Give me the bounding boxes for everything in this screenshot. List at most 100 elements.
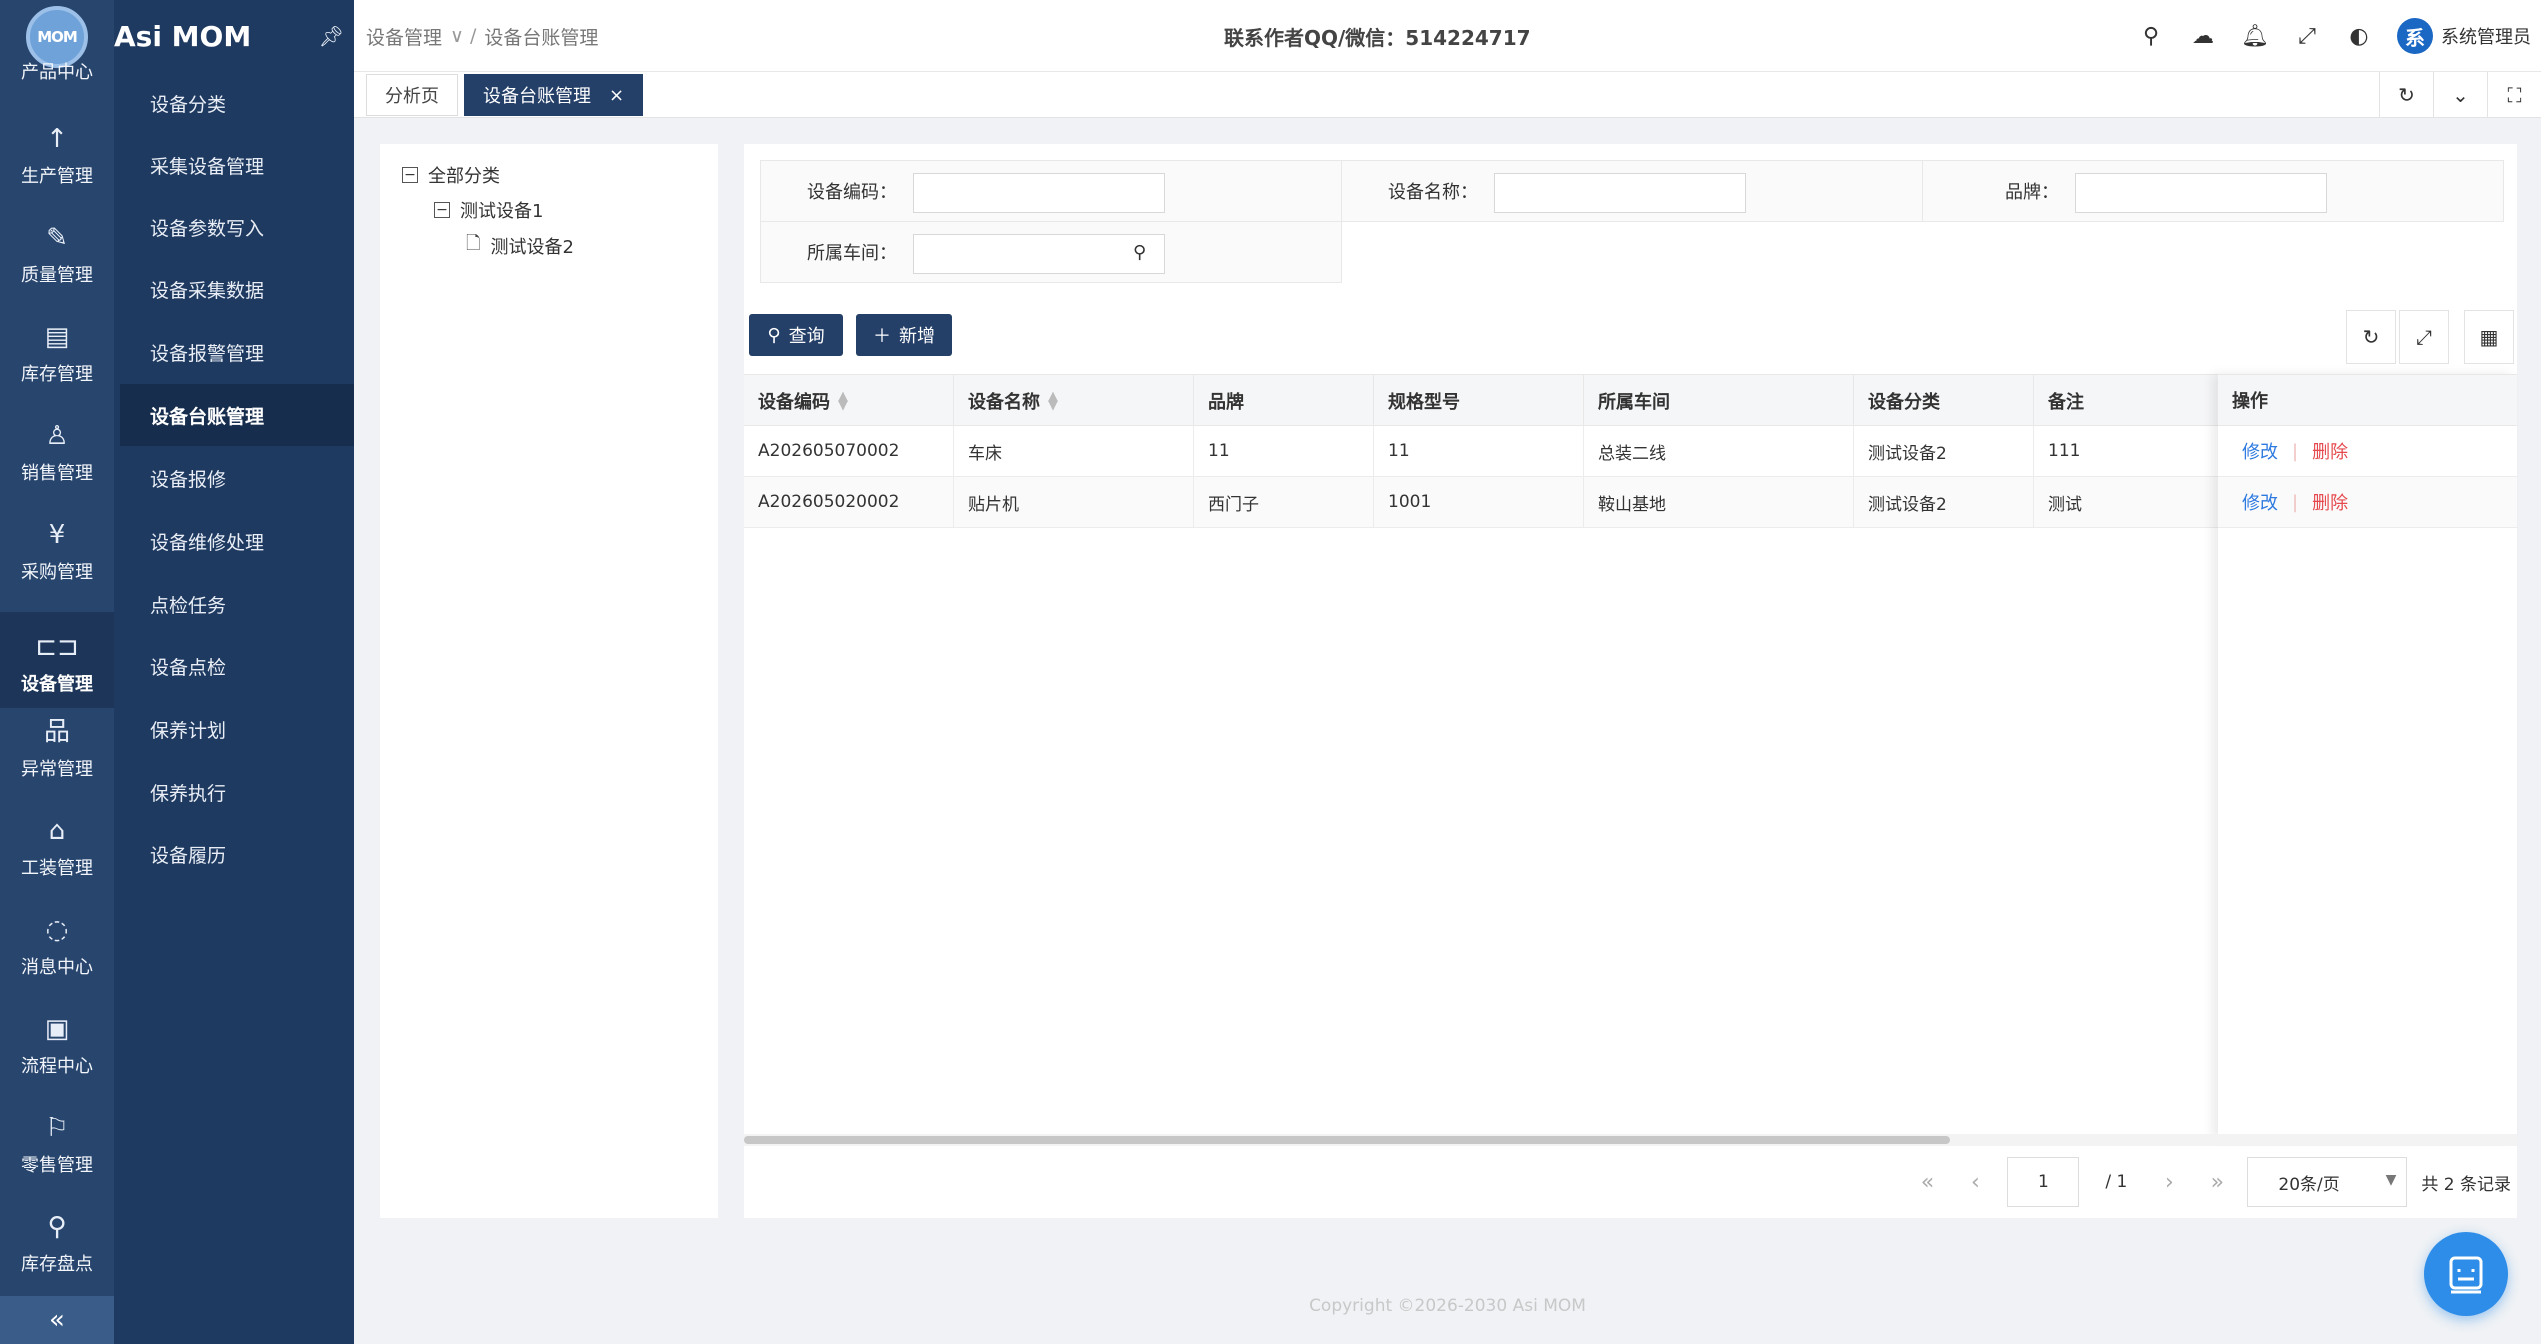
col-category: 设备分类 — [1854, 375, 2034, 427]
collapse-icon[interactable]: − — [402, 167, 418, 183]
query-button[interactable]: ⚲ 查询 — [749, 314, 843, 356]
submenu-item-inspection-task[interactable]: 点检任务 — [120, 573, 354, 635]
submenu-item-param-write[interactable]: 设备参数写入 — [120, 196, 354, 258]
scrollbar-thumb[interactable] — [744, 1136, 1950, 1144]
collapse-button[interactable]: « — [0, 1296, 114, 1344]
page-size-select[interactable]: 20条/页 ▼ — [2247, 1157, 2408, 1207]
user-menu[interactable]: 系 系统管理员 — [2397, 18, 2531, 54]
assistant-button[interactable] — [2424, 1232, 2508, 1316]
rail-item-production[interactable]: ↑ 生产管理 — [0, 104, 114, 200]
rail-item-workflow[interactable]: ▣ 流程中心 — [0, 994, 114, 1090]
submenu-item-alarm[interactable]: 设备报警管理 — [120, 321, 354, 383]
workshop-input[interactable] — [913, 234, 1165, 274]
rail-item-product[interactable]: 产品中心 — [0, 0, 114, 96]
palette-icon[interactable]: ◐ — [2333, 24, 2385, 49]
org-icon: 品 — [43, 717, 70, 747]
search-icon: ⚲ — [767, 324, 781, 346]
cell-brand: 西门子 — [1194, 477, 1374, 527]
tab-analysis[interactable]: 分析页 — [366, 74, 458, 116]
edit-link[interactable]: 修改 — [2242, 438, 2278, 464]
submenu-item-maintain-exec[interactable]: 保养执行 — [120, 761, 354, 823]
cell-name: 贴片机 — [954, 477, 1194, 527]
brand-input[interactable] — [2075, 173, 2327, 213]
horizontal-scrollbar[interactable] — [744, 1134, 2517, 1146]
rail-item-equipment[interactable]: ⊏⊐ 设备管理 — [0, 612, 114, 708]
maximize-tab-button[interactable]: ⛶ — [2487, 72, 2541, 118]
submenu-item-collect-device[interactable]: 采集设备管理 — [120, 134, 354, 196]
bell-icon[interactable]: 🔔︎ — [2229, 24, 2281, 49]
collapse-icon[interactable]: − — [434, 202, 450, 218]
page-size-value: 20条/页 — [2278, 1174, 2340, 1195]
submenu-item-inspection[interactable]: 设备点检 — [120, 635, 354, 697]
operations-cell: 修改 | 删除 — [2218, 477, 2517, 528]
tool-icon: ✎ — [46, 223, 68, 253]
next-page-icon[interactable]: › — [2145, 1170, 2193, 1195]
col-remark: 备注 — [2034, 375, 2218, 427]
rail-item-inventory[interactable]: ▤ 库存管理 — [0, 302, 114, 398]
rail-item-purchase[interactable]: ¥ 采购管理 — [0, 500, 114, 596]
edit-link[interactable]: 修改 — [2242, 489, 2278, 515]
rail-item-tooling[interactable]: ⌂ 工装管理 — [0, 796, 114, 892]
code-input[interactable] — [913, 173, 1165, 213]
col-code[interactable]: 设备编码 ▲ ▼ — [744, 375, 954, 427]
cloud-upload-icon[interactable]: ☁ — [2177, 24, 2229, 49]
page-input[interactable]: 1 — [2007, 1157, 2080, 1207]
add-button[interactable]: ＋ 新增 — [856, 314, 952, 356]
top-header: 设备管理 ∨ / 设备台账管理 联系作者QQ/微信：514224717 ⚲ ☁ … — [354, 0, 2541, 72]
delete-link[interactable]: 删除 — [2312, 438, 2348, 464]
search-icon[interactable]: ⚲ — [1133, 242, 1146, 263]
tab-menu-button[interactable]: ⌄ — [2433, 72, 2487, 118]
submenu-item-category[interactable]: 设备分类 — [120, 72, 354, 134]
header-actions: ⚲ ☁ 🔔︎ ⤢ ◐ 系 系统管理员 — [2125, 0, 2541, 72]
tab-label: 设备台账管理 — [483, 86, 591, 107]
submenu-item-ledger[interactable]: 设备台账管理 — [120, 384, 354, 446]
app-title: Asi MOM — [114, 19, 252, 53]
search-icon[interactable]: ⚲ — [2125, 24, 2177, 49]
breadcrumb-item[interactable]: 设备管理 — [366, 23, 442, 50]
submenu-item-maintain-plan[interactable]: 保养计划 — [120, 698, 354, 760]
chevron-down-icon: ∨ / — [450, 25, 477, 47]
main-panel: 设备编码： 设备名称： 品牌： 所属车间： ⚲ ⚲ 查询 ＋ 新增 ↻ ⤢ ▦ — [744, 144, 2517, 1218]
prev-page-icon[interactable]: ‹ — [1951, 1170, 1999, 1195]
submenu-item-history[interactable]: 设备履历 — [120, 823, 354, 885]
sort-icon[interactable]: ▲ ▼ — [1048, 390, 1058, 412]
document-icon: ▤ — [44, 322, 70, 352]
col-name[interactable]: 设备名称 ▲ ▼ — [954, 375, 1194, 427]
tree-node-leaf[interactable]: 🗋 测试设备2 — [466, 231, 574, 261]
refresh-icon: ↻ — [2362, 325, 2380, 349]
robot-icon — [2449, 1256, 2483, 1294]
device-icon: ⊏⊐ — [35, 632, 79, 662]
rocket-icon: ♙ — [45, 421, 69, 451]
pin-icon[interactable]: 📌︎ — [319, 24, 344, 48]
tab-equipment-ledger[interactable]: 设备台账管理 × — [464, 74, 644, 116]
refresh-icon: ↻ — [2398, 83, 2415, 107]
rail-item-stocktake[interactable]: ⚲ 库存盘点 — [0, 1192, 114, 1288]
tree-node-label: 全部分类 — [428, 166, 500, 187]
cell-remark: 111 — [2048, 441, 2081, 461]
submenu-item-repair-report[interactable]: 设备报修 — [120, 447, 354, 509]
delete-link[interactable]: 删除 — [2312, 489, 2348, 515]
first-page-icon[interactable]: « — [1903, 1170, 1951, 1195]
column-settings-button[interactable]: ▦ — [2464, 310, 2514, 364]
submenu-item-repair-handle[interactable]: 设备维修处理 — [120, 510, 354, 572]
rail-item-exception[interactable]: 品 异常管理 — [0, 697, 114, 793]
name-input[interactable] — [1494, 173, 1746, 213]
refresh-tab-button[interactable]: ↻ — [2379, 72, 2433, 118]
rail-item-quality[interactable]: ✎ 质量管理 — [0, 203, 114, 299]
submenu-item-collect-data[interactable]: 设备采集数据 — [120, 258, 354, 320]
fullscreen-icon[interactable]: ⤢ — [2281, 24, 2333, 49]
last-page-icon[interactable]: » — [2193, 1170, 2241, 1195]
tree-node-child[interactable]: − 测试设备1 — [434, 197, 543, 223]
tree-node-root[interactable]: − 全部分类 — [402, 162, 500, 188]
close-icon[interactable]: × — [609, 85, 624, 106]
caret-down-icon: ▼ — [2385, 1172, 2397, 1188]
divider: | — [2292, 440, 2299, 462]
query-cell-workshop: 所属车间： ⚲ — [760, 221, 1342, 283]
refresh-table-button[interactable]: ↻ — [2346, 310, 2396, 364]
sort-icon[interactable]: ▲ ▼ — [838, 390, 848, 412]
rail-item-sales[interactable]: ♙ 销售管理 — [0, 401, 114, 497]
rail-item-messages[interactable]: ◌ 消息中心 — [0, 895, 114, 991]
tree-node-label: 测试设备1 — [460, 201, 544, 222]
rail-item-retail[interactable]: ⚐ 零售管理 — [0, 1093, 114, 1189]
fullscreen-table-button[interactable]: ⤢ — [2399, 310, 2449, 364]
